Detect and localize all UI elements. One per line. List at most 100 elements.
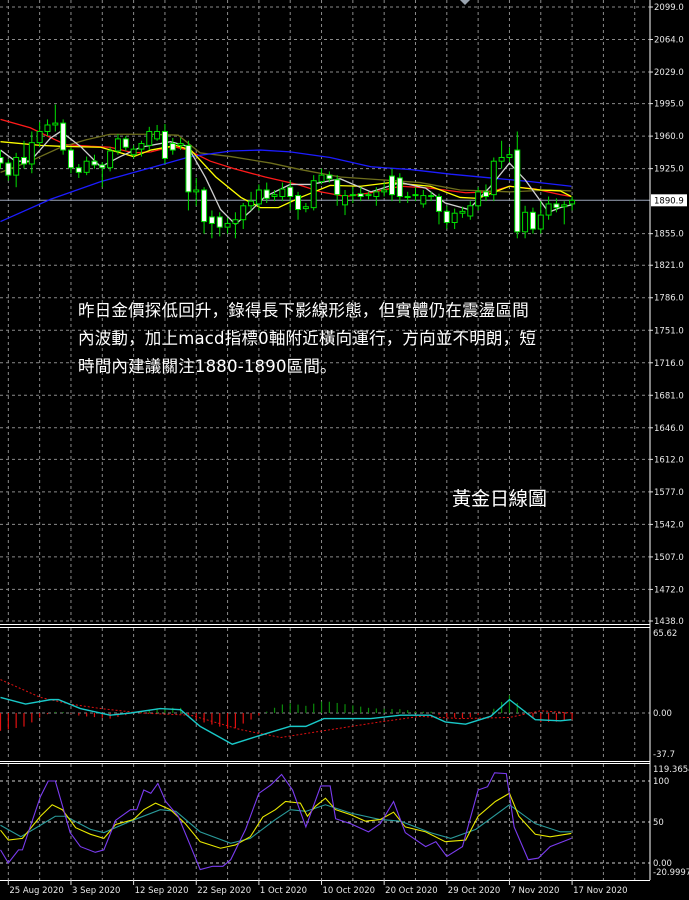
candle-body	[255, 189, 262, 205]
stoch-line-purple	[0, 772, 572, 871]
candle-body	[169, 143, 176, 151]
date-tick-label: 17 Nov 2020	[573, 886, 627, 896]
candle-body	[569, 199, 576, 205]
bullish-candle	[248, 191, 255, 211]
candle-body	[537, 214, 544, 230]
bullish-candle	[36, 122, 43, 148]
macd-signal-line	[0, 679, 572, 739]
candle-body	[83, 160, 90, 173]
price-tick-label: 1577.0	[654, 488, 684, 498]
candle-body	[467, 205, 474, 217]
date-tick-label: 25 Aug 2020	[9, 886, 63, 896]
candle-body	[428, 195, 435, 198]
bearish-candle	[20, 140, 27, 169]
candle-body	[154, 130, 161, 140]
candle-body	[130, 148, 137, 156]
candle-body	[44, 124, 51, 132]
bearish-candle	[5, 159, 12, 181]
candle-body	[365, 194, 372, 197]
stoch-label-max: 119.3654	[653, 765, 689, 775]
stoch-label-l100: 100	[653, 777, 669, 787]
candle-body	[553, 203, 560, 209]
candle-body	[342, 195, 349, 206]
candle-body	[396, 177, 403, 197]
price-tick-label: 1507.0	[654, 553, 684, 563]
bearish-candle	[122, 136, 129, 151]
stoch-line-yellow	[0, 792, 572, 849]
current-price-label: 1890.9	[654, 196, 684, 206]
bearish-candle	[201, 187, 208, 234]
bearish-candle	[75, 163, 82, 178]
bullish-candle	[13, 152, 20, 188]
axes: 2099.0 2064.0 2029.0 1995.0 1960.0 1925.0 1855…	[0, 0, 689, 896]
candle-body	[443, 210, 450, 224]
bullish-candle	[490, 157, 497, 202]
candle-body	[522, 211, 529, 233]
price-tick-label: 1716.0	[654, 359, 684, 369]
bullish-candle	[240, 202, 247, 230]
bullish-candle	[498, 140, 505, 169]
candle-body	[60, 122, 67, 151]
candle-body	[412, 194, 419, 197]
candle-body	[28, 142, 35, 165]
candle-body	[514, 149, 521, 233]
candle-body	[5, 162, 12, 176]
date-tick-label: 7 Nov 2020	[510, 886, 559, 896]
date-tick-label: 3 Sep 2020	[72, 886, 120, 896]
candle-body	[420, 195, 427, 205]
candle-body	[161, 130, 168, 159]
bullish-candle	[310, 175, 317, 211]
candle-body	[287, 186, 294, 197]
bullish-candle	[83, 156, 90, 176]
price-tick-label: 1472.0	[654, 585, 684, 595]
bearish-candle	[482, 184, 489, 202]
price-tick-label: 1612.0	[654, 455, 684, 465]
candle-body	[357, 193, 364, 197]
candle-body	[13, 156, 20, 176]
candle-body	[201, 189, 208, 223]
bullish-candle	[342, 189, 349, 216]
price-tick-label: 1960.0	[654, 132, 684, 142]
candle-body	[310, 180, 317, 209]
candle-body	[185, 144, 192, 193]
bearish-candle	[60, 119, 67, 155]
chart-shift-marker-icon[interactable]	[460, 0, 470, 5]
candle-body	[216, 216, 223, 228]
price-tick-label: 1681.0	[654, 391, 684, 401]
price-tick-label: 2064.0	[654, 36, 684, 46]
chart-title-label: 黃金日線圖	[452, 488, 548, 510]
bearish-candle	[161, 124, 168, 164]
bearish-candle	[514, 131, 521, 239]
candle-body	[451, 212, 458, 224]
bearish-candle	[91, 154, 98, 169]
date-tick-label: 22 Sep 2020	[197, 886, 251, 896]
bearish-candle	[169, 137, 176, 155]
candlesticks	[0, 104, 576, 239]
candle-body	[193, 189, 200, 193]
candle-body	[529, 211, 536, 230]
price-tick-label: 2029.0	[654, 68, 684, 78]
price-tick-label: 1925.0	[654, 165, 684, 175]
bearish-candle	[357, 187, 364, 202]
bullish-candle	[506, 147, 513, 163]
candle-body	[349, 194, 356, 197]
macd-label-zero: 0.00	[653, 709, 672, 719]
candle-body	[295, 195, 302, 211]
price-tick-label: 1786.0	[654, 294, 684, 304]
macd-panel	[0, 679, 650, 745]
date-tick-label: 1 Oct 2020	[260, 886, 307, 896]
stoch-label-l50: 50	[653, 818, 664, 828]
candle-body	[498, 156, 505, 162]
candle-body	[459, 210, 466, 214]
bearish-candle	[67, 147, 74, 174]
candle-body	[75, 167, 82, 173]
trading-chart[interactable]: 2099.0 2064.0 2029.0 1995.0 1960.0 1925.0 1855…	[0, 0, 689, 900]
date-tick-label: 12 Sep 2020	[135, 886, 189, 896]
price-tick-label: 1995.0	[654, 100, 684, 110]
price-tick-label: 1821.0	[654, 261, 684, 271]
candle-body	[52, 122, 59, 126]
bearish-candle	[216, 212, 223, 237]
candle-body	[36, 130, 43, 144]
bullish-candle	[420, 189, 427, 208]
bullish-candle	[193, 177, 200, 206]
